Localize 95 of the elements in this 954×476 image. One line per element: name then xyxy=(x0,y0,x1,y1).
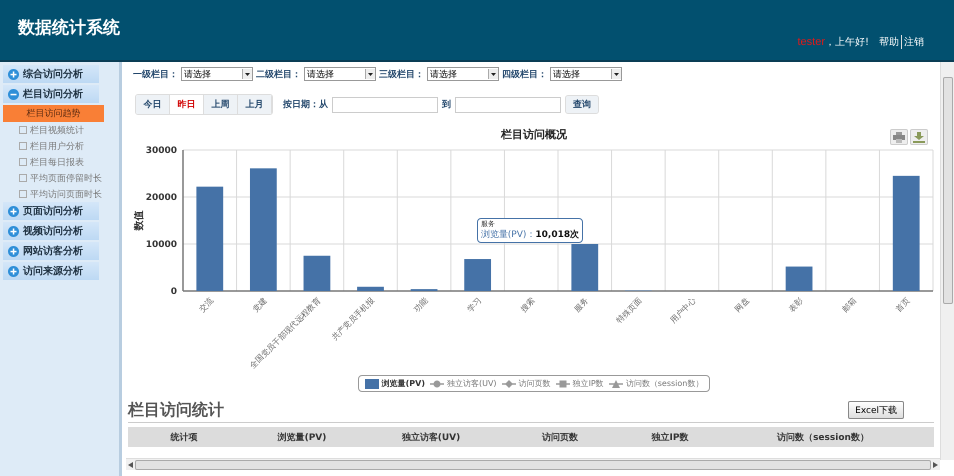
plus-circle-icon xyxy=(8,246,19,256)
legend-marker-icon xyxy=(430,380,444,388)
select-field[interactable]: 请选择 xyxy=(304,67,376,81)
plus-circle-icon xyxy=(8,266,19,276)
column-header: 统计项 xyxy=(169,431,198,444)
x-category-label: 共产党员手机报 xyxy=(330,296,376,342)
x-category-label: 特殊页面 xyxy=(614,296,644,326)
sidebar-group[interactable]: 页面访问分析 xyxy=(3,202,99,220)
y-tick-label: 20000 xyxy=(146,193,177,203)
chart-title: 栏目访问概况 xyxy=(501,127,567,143)
tooltip-series: 浏览量(PV)： xyxy=(480,230,536,240)
filter-label: 三级栏目： xyxy=(379,68,424,80)
bar[interactable] xyxy=(304,256,330,291)
column-header: 访问页数 xyxy=(540,431,579,444)
x-category-label: 首页 xyxy=(894,296,912,314)
plus-box-icon xyxy=(19,190,27,198)
username: tester xyxy=(797,36,825,48)
sidebar-item[interactable]: 栏目访问趋势 xyxy=(3,105,104,122)
sidebar-group[interactable]: 视频访问分析 xyxy=(3,222,99,240)
query-button[interactable]: 查询 xyxy=(565,95,599,114)
bar[interactable] xyxy=(464,259,492,291)
filter-label: 一级栏目： xyxy=(133,68,178,80)
tooltip-value: 10,018次 xyxy=(535,230,580,240)
section-title: 栏目访问统计 xyxy=(128,400,224,421)
legend-marker-icon xyxy=(502,380,516,388)
y-axis-title: 数值 xyxy=(134,210,145,230)
plus-box-icon xyxy=(19,174,27,182)
y-tick-label: 30000 xyxy=(146,146,177,156)
plus-box-icon xyxy=(19,142,27,150)
x-category-label: 用户中心 xyxy=(668,296,698,326)
date-input[interactable] xyxy=(455,96,561,112)
period-tab[interactable]: 上周 xyxy=(204,95,238,114)
select-field[interactable]: 请选择 xyxy=(427,67,499,81)
excel-download-button[interactable]: Excel下载 xyxy=(848,401,904,419)
bar[interactable] xyxy=(357,286,384,291)
sidebar-group[interactable]: 访问来源分析 xyxy=(3,262,99,280)
bar[interactable] xyxy=(196,186,224,291)
column-header: 独立访客(UV) xyxy=(400,431,462,444)
plus-box-icon xyxy=(19,158,27,166)
x-category-label: 服务 xyxy=(572,296,590,314)
legend-item[interactable]: 浏览量(PV) xyxy=(364,378,425,389)
greeting-text: ，上午好! xyxy=(824,36,869,49)
bar[interactable] xyxy=(250,168,277,291)
column-header: 浏览量(PV) xyxy=(276,431,328,444)
plus-circle-icon xyxy=(8,68,19,80)
y-tick-label: 10000 xyxy=(146,240,177,250)
header-link[interactable]: 帮助 xyxy=(877,35,901,49)
date-label: 到 xyxy=(442,98,451,111)
vertical-scrollbar[interactable] xyxy=(940,62,954,460)
plus-circle-icon xyxy=(8,206,19,216)
bar[interactable] xyxy=(892,176,920,291)
horizontal-scrollbar[interactable] xyxy=(126,458,940,470)
bar[interactable] xyxy=(571,244,598,291)
date-input[interactable] xyxy=(332,96,438,112)
x-category-label: 学习 xyxy=(465,296,484,314)
legend-item[interactable]: 访问数（session数） xyxy=(608,378,704,389)
sidebar-item[interactable]: 栏目每日报表 xyxy=(3,154,104,170)
period-tab[interactable]: 上月 xyxy=(238,95,272,114)
filter-label: 二级栏目： xyxy=(256,68,301,80)
sidebar-group[interactable]: 综合访问分析 xyxy=(3,65,99,83)
filter-label: 四级栏目： xyxy=(502,68,547,80)
legend-item[interactable]: 独立IP数 xyxy=(556,378,604,389)
column-header: 独立IP数 xyxy=(650,431,690,444)
left-arrow-icon[interactable] xyxy=(128,462,133,468)
sidebar-item[interactable]: 栏目视频统计 xyxy=(3,122,104,138)
x-category-label: 邮箱 xyxy=(840,296,858,314)
column-header: 访问数（session数） xyxy=(776,431,870,444)
download-icon[interactable] xyxy=(910,129,928,145)
select-field[interactable]: 请选择 xyxy=(181,67,253,81)
y-tick-label: 0 xyxy=(170,287,177,297)
legend-item[interactable]: 独立访客(UV) xyxy=(430,378,497,389)
x-category-label: 交流 xyxy=(198,296,216,314)
sidebar-item[interactable]: 平均访问页面时长 xyxy=(3,186,104,202)
legend-marker-icon xyxy=(608,380,623,388)
minus-circle-icon xyxy=(8,88,19,100)
x-category-label: 表彰 xyxy=(786,296,804,314)
sidebar-item[interactable]: 栏目用户分析 xyxy=(3,138,104,154)
legend-item[interactable]: 访问页数 xyxy=(502,378,551,389)
legend-marker-icon xyxy=(556,380,570,388)
app-title: 数据统计系统 xyxy=(18,16,120,38)
right-arrow-icon[interactable] xyxy=(933,462,938,468)
sidebar-group[interactable]: 网站访客分析 xyxy=(3,242,99,260)
sidebar-item[interactable]: 平均页面停留时长 xyxy=(3,170,104,186)
x-category-label: 党建 xyxy=(251,296,269,314)
period-tab[interactable]: 今日 xyxy=(136,95,170,114)
date-label: 按日期：从 xyxy=(283,98,328,111)
header-link[interactable]: 注销 xyxy=(901,35,926,49)
plus-circle-icon xyxy=(8,226,19,236)
print-icon[interactable] xyxy=(890,129,908,145)
x-category-label: 功能 xyxy=(412,296,430,314)
x-category-label: 网盘 xyxy=(733,296,751,314)
plus-box-icon xyxy=(19,126,27,134)
select-field[interactable]: 请选择 xyxy=(550,67,622,81)
sidebar-group[interactable]: 栏目访问分析 xyxy=(3,85,99,103)
x-category-label: 搜索 xyxy=(518,296,537,314)
